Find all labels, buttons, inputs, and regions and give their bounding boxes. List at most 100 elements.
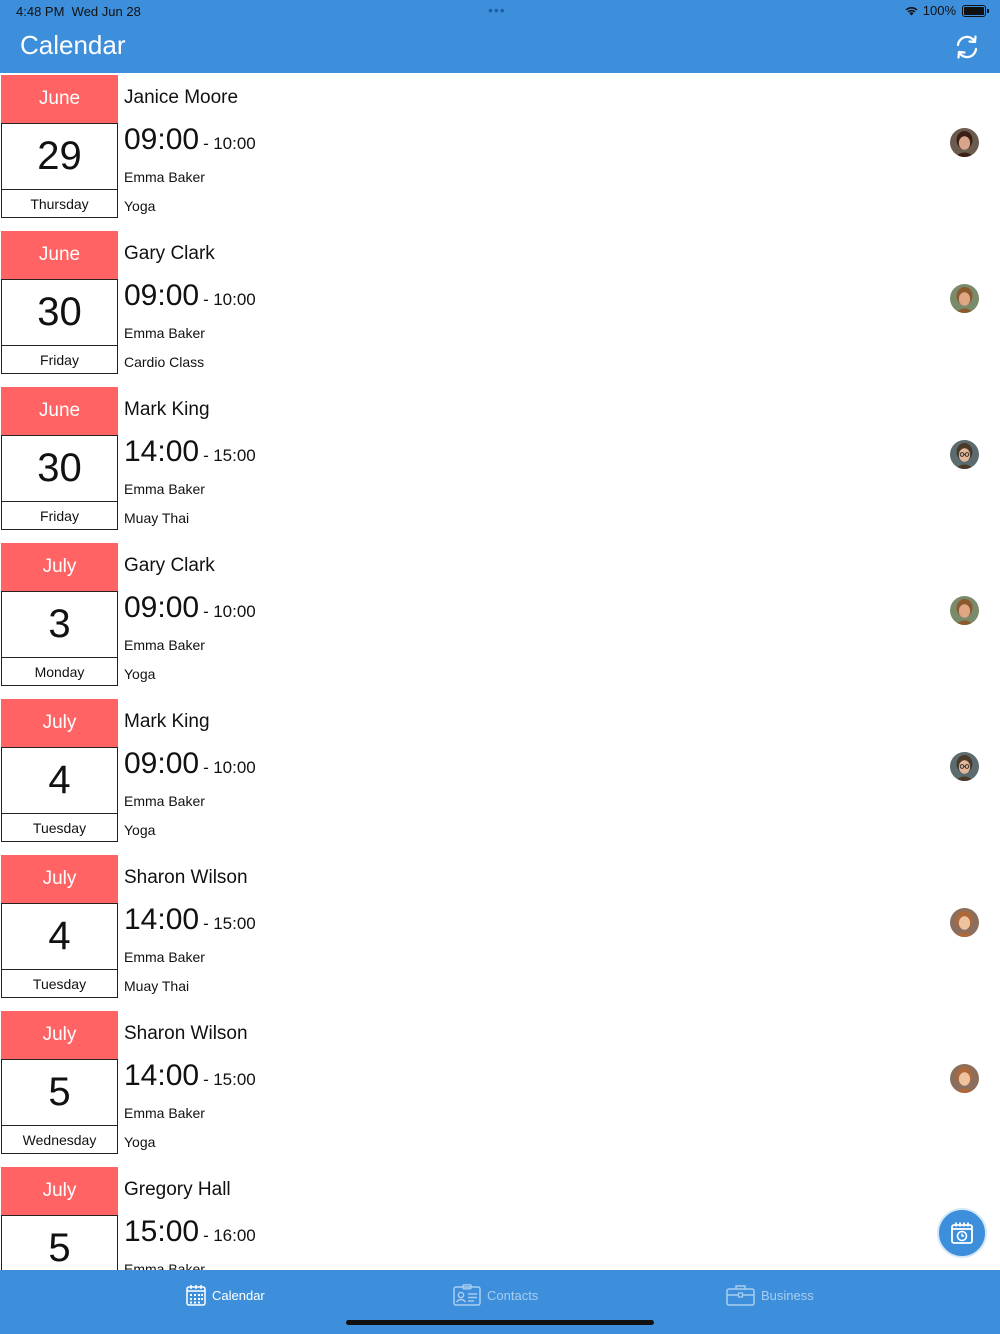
client-name: Mark King: [124, 399, 210, 420]
date-badge: July 5 Wednesday: [1, 1011, 118, 1154]
time-separator: -: [203, 1070, 209, 1089]
tab-label: Business: [761, 1287, 814, 1303]
start-time: 09:00: [124, 123, 200, 156]
appointment-list[interactable]: June 29 Thursday Janice Moore 09:00- 10:…: [0, 73, 1000, 1270]
new-appointment-button[interactable]: [937, 1208, 987, 1258]
date-month: July: [1, 543, 118, 591]
appointment-time: 14:00- 15:00: [124, 1059, 256, 1093]
staff-name: Emma Baker: [124, 1105, 205, 1121]
battery-icon: [962, 4, 989, 17]
appointment-item[interactable]: June 30 Friday Gary Clark 09:00- 10:00 E…: [0, 229, 1000, 385]
start-time: 15:00: [124, 1215, 200, 1248]
date-month: June: [1, 231, 118, 279]
date-day: 3: [1, 591, 118, 657]
date-weekday: Tuesday: [1, 969, 118, 998]
battery-percent: 100%: [922, 3, 956, 18]
tab-calendar[interactable]: Calendar: [186, 1284, 265, 1306]
tab-business[interactable]: Business: [726, 1284, 814, 1306]
time-separator: -: [203, 446, 209, 465]
start-time: 14:00: [124, 903, 200, 936]
date-month: July: [1, 1167, 118, 1215]
service-name: Yoga: [124, 666, 156, 682]
appointment-item[interactable]: June 30 Friday Mark King 14:00- 15:00 Em…: [0, 385, 1000, 541]
date-day: 30: [1, 435, 118, 501]
date-day: 4: [1, 747, 118, 813]
avatar[interactable]: [950, 1064, 979, 1093]
date-weekday: Monday: [1, 657, 118, 686]
start-time: 09:00: [124, 747, 200, 780]
client-name: Janice Moore: [124, 87, 239, 108]
client-name: Gary Clark: [124, 555, 215, 576]
service-name: Yoga: [124, 198, 156, 214]
date-badge: July 3 Monday: [1, 543, 118, 686]
date-badge: June 29 Thursday: [1, 75, 118, 218]
date-month: July: [1, 1011, 118, 1059]
time-separator: -: [203, 914, 209, 933]
appointment-item[interactable]: July 5 Wednesday Sharon Wilson 14:00- 15…: [0, 1009, 1000, 1165]
date-month: July: [1, 855, 118, 903]
staff-name: Emma Baker: [124, 637, 205, 653]
app-header: 4:48 PM Wed Jun 28 ••• 100% Calendar: [0, 0, 1000, 73]
date-weekday: Thursday: [1, 189, 118, 218]
staff-name: Emma Baker: [124, 325, 205, 341]
appointment-item[interactable]: July 4 Tuesday Mark King 09:00- 10:00 Em…: [0, 697, 1000, 853]
date-badge: July 5: [1, 1167, 118, 1270]
date-month: June: [1, 75, 118, 123]
multitasking-dots[interactable]: •••: [488, 2, 506, 18]
end-time: 15:00: [213, 914, 256, 933]
appointment-item[interactable]: June 29 Thursday Janice Moore 09:00- 10:…: [0, 73, 1000, 229]
end-time: 10:00: [213, 290, 256, 309]
avatar[interactable]: [950, 128, 979, 157]
calendar-icon: [186, 1285, 206, 1306]
service-name: Cardio Class: [124, 354, 205, 370]
date-badge: June 30 Friday: [1, 387, 118, 530]
home-indicator[interactable]: [346, 1320, 654, 1325]
avatar[interactable]: [950, 908, 979, 937]
date-weekday: Friday: [1, 501, 118, 530]
client-name: Sharon Wilson: [124, 1023, 248, 1044]
end-time: 10:00: [213, 134, 256, 153]
date-weekday: Friday: [1, 345, 118, 374]
end-time: 15:00: [213, 446, 256, 465]
end-time: 15:00: [213, 1070, 256, 1089]
client-name: Mark King: [124, 711, 210, 732]
avatar[interactable]: [950, 596, 979, 625]
avatar[interactable]: [950, 752, 979, 781]
appointment-item[interactable]: July 4 Tuesday Sharon Wilson 14:00- 15:0…: [0, 853, 1000, 1009]
appointment-time: 14:00- 15:00: [124, 435, 256, 469]
staff-name: Emma Baker: [124, 1261, 205, 1270]
contact-card-icon: [453, 1284, 481, 1306]
avatar[interactable]: [950, 440, 979, 469]
start-time: 14:00: [124, 435, 200, 468]
avatar[interactable]: [950, 284, 979, 313]
appointment-time: 09:00- 10:00: [124, 279, 256, 313]
tab-contacts[interactable]: Contacts: [453, 1284, 538, 1306]
time-separator: -: [203, 134, 209, 153]
end-time: 10:00: [213, 602, 256, 621]
briefcase-icon: [726, 1285, 755, 1306]
service-name: Yoga: [124, 822, 156, 838]
end-time: 16:00: [213, 1226, 256, 1245]
date-month: June: [1, 387, 118, 435]
date-weekday: Tuesday: [1, 813, 118, 842]
time-separator: -: [203, 602, 209, 621]
service-name: Muay Thai: [124, 978, 190, 994]
page-title: Calendar: [20, 30, 126, 60]
staff-name: Emma Baker: [124, 481, 205, 497]
staff-name: Emma Baker: [124, 169, 205, 185]
date-day: 5: [1, 1215, 118, 1270]
appointment-item[interactable]: July 3 Monday Gary Clark 09:00- 10:00 Em…: [0, 541, 1000, 697]
start-time: 09:00: [124, 279, 200, 312]
date-day: 30: [1, 279, 118, 345]
alarm-calendar-icon: [951, 1222, 973, 1244]
status-time: 4:48 PM Wed Jun 28: [16, 4, 141, 19]
refresh-icon[interactable]: [954, 34, 980, 60]
client-name: Sharon Wilson: [124, 867, 248, 888]
date-day: 5: [1, 1059, 118, 1125]
staff-name: Emma Baker: [124, 793, 205, 809]
appointment-time: 15:00- 16:00: [124, 1215, 256, 1249]
appointment-time: 09:00- 10:00: [124, 747, 256, 781]
date-badge: July 4 Tuesday: [1, 699, 118, 842]
date-month: July: [1, 699, 118, 747]
appointment-item[interactable]: July 5 Gregory Hall 15:00- 16:00 Emma Ba…: [0, 1165, 1000, 1270]
